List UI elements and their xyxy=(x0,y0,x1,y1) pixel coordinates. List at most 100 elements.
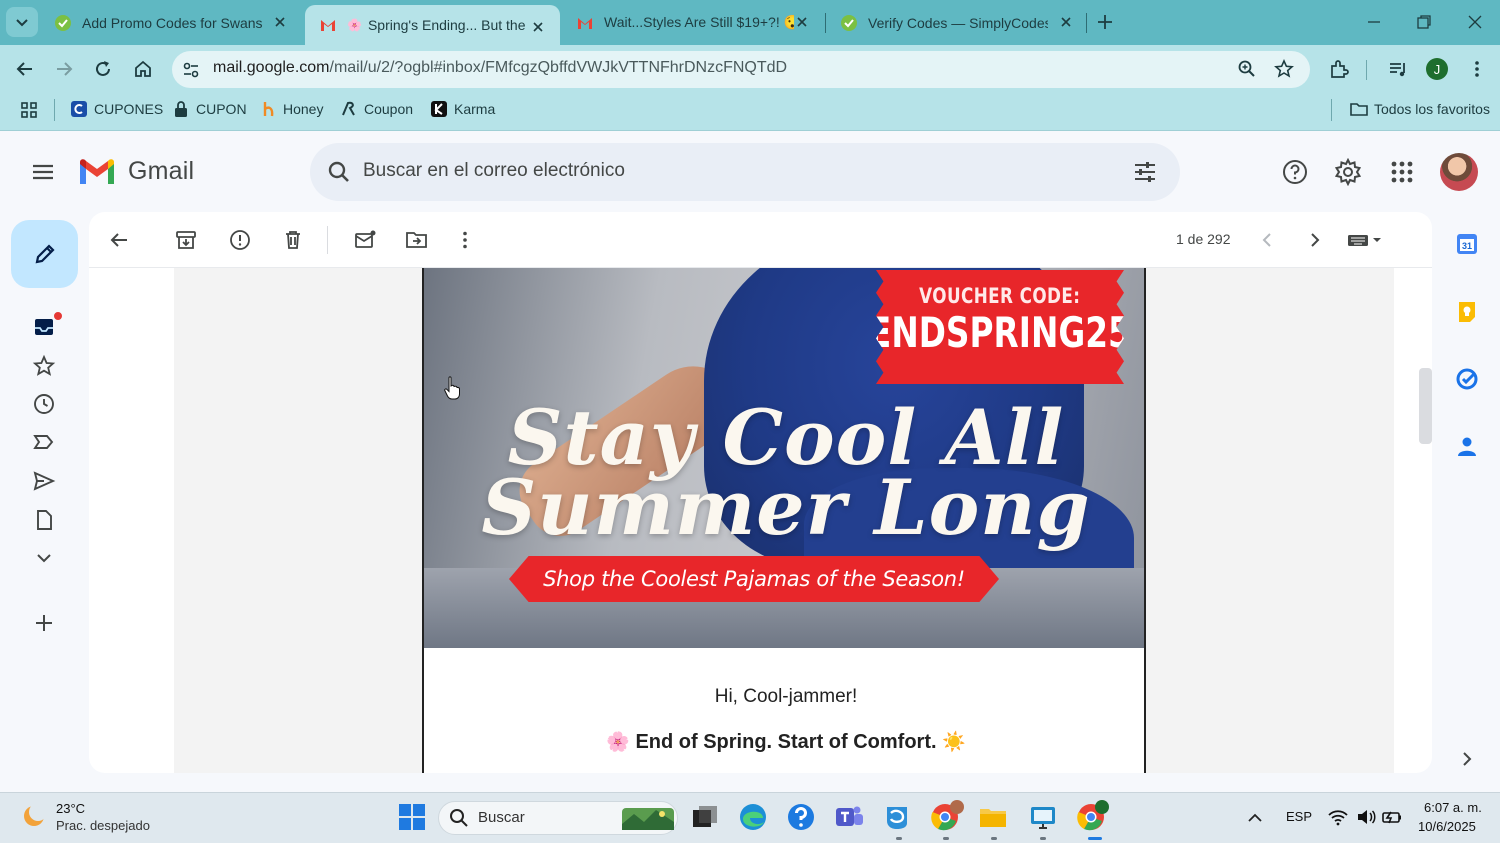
tab-title: Wait...Styles Are Still $19+?! 😯 xyxy=(604,14,794,30)
tab-title: Add Promo Codes for Swanson xyxy=(82,14,262,31)
volume-icon[interactable] xyxy=(1355,807,1377,827)
sent-icon[interactable] xyxy=(32,469,56,493)
task-view-icon[interactable] xyxy=(689,801,721,833)
minimize-icon[interactable] xyxy=(1364,12,1384,32)
teams-icon[interactable] xyxy=(833,801,865,833)
url-text[interactable]: mail.google.com/mail/u/2/?ogbl#inbox/FMf… xyxy=(213,59,787,77)
chrome-profile-badge-icon xyxy=(950,800,964,814)
flower-icon: 🌸 xyxy=(347,18,362,32)
close-icon[interactable] xyxy=(1058,14,1074,30)
gmail-logo-icon[interactable] xyxy=(78,157,116,187)
profile-avatar[interactable]: J xyxy=(1426,58,1448,80)
tasks-icon[interactable] xyxy=(1454,366,1480,392)
clock-date[interactable]: 10/6/2025 xyxy=(1418,819,1476,834)
search-icon[interactable] xyxy=(326,159,352,185)
remote-desktop-icon[interactable] xyxy=(1027,801,1059,833)
google-apps-icon[interactable] xyxy=(1388,158,1416,186)
subheading-text: End of Spring. Start of Comfort. xyxy=(635,731,937,753)
home-icon[interactable] xyxy=(132,58,154,80)
email-greeting: Hi, Cool-jammer! xyxy=(714,686,858,707)
windows-start-icon[interactable] xyxy=(396,801,428,833)
bookmark-cupones[interactable]: CUPONES xyxy=(70,100,163,118)
restore-icon[interactable] xyxy=(1414,12,1434,32)
new-label-plus-icon[interactable] xyxy=(32,611,56,635)
keep-notes-icon[interactable] xyxy=(1454,299,1480,325)
snoozed-clock-icon[interactable] xyxy=(32,392,56,416)
browser-app-icon[interactable] xyxy=(881,801,913,833)
clock-time[interactable]: 6:07 a. m. xyxy=(1424,800,1482,815)
battery-charging-icon[interactable] xyxy=(1381,807,1403,827)
back-arrow-icon[interactable] xyxy=(14,58,36,80)
browser-tab[interactable]: Verify Codes — SimplyCodes xyxy=(826,0,1088,45)
search-options-icon[interactable] xyxy=(1132,159,1158,185)
move-to-folder-icon[interactable] xyxy=(405,228,429,252)
media-control-icon[interactable] xyxy=(1387,58,1409,80)
wifi-icon[interactable] xyxy=(1327,807,1349,827)
zoom-icon[interactable] xyxy=(1237,59,1257,79)
apps-grid-icon[interactable] xyxy=(20,101,38,119)
side-panel-rail xyxy=(1448,212,1488,772)
browser-tab[interactable]: Wait...Styles Are Still $19+?! 😯 xyxy=(562,0,824,45)
headline-line-2: Summer Long xyxy=(481,463,1091,552)
browser-tab-active[interactable]: 🌸 Spring's Ending... But the C xyxy=(305,5,560,45)
contacts-icon[interactable] xyxy=(1454,434,1480,460)
windows-search-placeholder[interactable]: Buscar xyxy=(478,809,525,826)
message-toolbar: 1 de 292 xyxy=(89,212,1432,268)
coupon-icon xyxy=(342,101,355,116)
more-vert-icon[interactable] xyxy=(1466,58,1488,80)
tab-search-button[interactable] xyxy=(6,7,38,37)
browser-tab[interactable]: Add Promo Codes for Swanson xyxy=(40,0,302,45)
compose-button[interactable] xyxy=(11,220,78,288)
weather-description[interactable]: Prac. despejado xyxy=(56,818,150,833)
url-host: mail.google.com xyxy=(213,59,330,76)
search-placeholder[interactable]: Buscar en el correo electrónico xyxy=(363,160,625,182)
delete-trash-icon[interactable] xyxy=(281,228,305,252)
edge-browser-icon[interactable] xyxy=(737,801,769,833)
archive-icon[interactable] xyxy=(174,228,198,252)
calendar-icon[interactable]: 31 xyxy=(1454,231,1480,257)
new-tab-plus-icon[interactable] xyxy=(1093,10,1117,34)
bookmark-coupon[interactable]: Coupon xyxy=(340,100,413,118)
extensions-puzzle-icon[interactable] xyxy=(1328,58,1350,80)
close-icon[interactable] xyxy=(272,14,288,30)
input-language[interactable]: ESP xyxy=(1286,809,1312,824)
tray-overflow-chevron-icon[interactable] xyxy=(1246,809,1264,827)
scrollbar-thumb[interactable] xyxy=(1419,368,1432,444)
account-avatar[interactable] xyxy=(1440,153,1478,191)
expand-panel-chevron-icon[interactable] xyxy=(1454,746,1480,772)
window-close-icon[interactable] xyxy=(1465,12,1485,32)
mark-unread-icon[interactable] xyxy=(353,228,377,252)
close-icon[interactable] xyxy=(794,14,810,30)
close-icon[interactable] xyxy=(530,19,546,35)
help-icon[interactable] xyxy=(1281,158,1309,186)
newer-chevron-left-icon[interactable] xyxy=(1255,228,1279,252)
site-info-icon[interactable] xyxy=(180,59,202,81)
weather-temperature[interactable]: 23°C xyxy=(56,801,85,816)
back-to-inbox-icon[interactable] xyxy=(107,228,131,252)
help-question-icon[interactable] xyxy=(785,801,817,833)
drafts-icon[interactable] xyxy=(32,508,56,532)
bookmark-honey[interactable]: Honey xyxy=(259,100,323,118)
shop-ribbon[interactable]: Shop the Coolest Pajamas of the Season! xyxy=(509,556,999,602)
bookmark-star-icon[interactable] xyxy=(1273,58,1295,80)
more-chevron-down-icon[interactable] xyxy=(32,546,56,570)
inbox-icon[interactable] xyxy=(32,315,56,339)
report-spam-icon[interactable] xyxy=(228,228,252,252)
voucher-label: VOUCHER CODE: xyxy=(919,284,1081,308)
older-chevron-right-icon[interactable] xyxy=(1303,228,1327,252)
weather-moon-icon[interactable] xyxy=(20,802,48,830)
reload-icon[interactable] xyxy=(92,58,114,80)
file-explorer-icon[interactable] xyxy=(977,801,1009,833)
starred-icon[interactable] xyxy=(32,354,56,378)
input-tools-keyboard-icon[interactable] xyxy=(1345,228,1385,252)
all-bookmarks-folder[interactable]: Todos los favoritos xyxy=(1350,100,1490,118)
more-options-icon[interactable] xyxy=(453,228,477,252)
settings-gear-icon[interactable] xyxy=(1334,158,1362,186)
bookmark-cupon[interactable]: CUPON xyxy=(172,100,247,118)
important-label-icon[interactable] xyxy=(32,430,56,454)
bookmark-label: Todos los favoritos xyxy=(1374,101,1490,117)
forward-arrow-icon[interactable] xyxy=(53,58,75,80)
bookmark-karma[interactable]: Karma xyxy=(430,100,495,118)
main-menu-icon[interactable] xyxy=(30,159,56,185)
toolbar-separator xyxy=(327,226,328,254)
